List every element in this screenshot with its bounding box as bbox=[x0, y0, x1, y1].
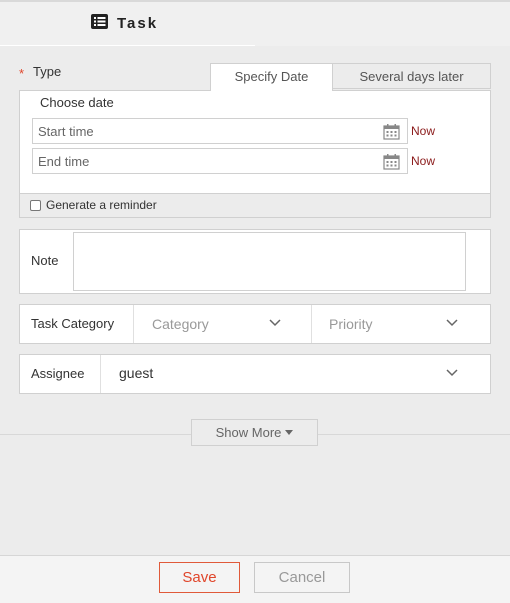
required-marker: * bbox=[19, 66, 25, 81]
calendar-icon[interactable] bbox=[383, 153, 400, 170]
start-time-placeholder: Start time bbox=[38, 124, 94, 139]
cancel-button[interactable]: Cancel bbox=[254, 562, 350, 593]
tab-several-days-later[interactable]: Several days later bbox=[332, 63, 491, 89]
list-icon bbox=[91, 14, 108, 29]
caret-down-icon bbox=[285, 430, 294, 435]
note-label: Note bbox=[31, 253, 59, 268]
show-more-label: Show More bbox=[215, 425, 282, 440]
dialog-title: Task bbox=[117, 15, 159, 32]
priority-select[interactable]: Priority bbox=[329, 316, 373, 332]
category-select[interactable]: Category bbox=[152, 316, 209, 332]
divider bbox=[311, 305, 312, 343]
end-time-placeholder: End time bbox=[38, 154, 90, 169]
tab-specify-date[interactable]: Specify Date bbox=[210, 63, 333, 91]
reminder-checkbox[interactable] bbox=[30, 200, 41, 211]
assignee-label: Assignee bbox=[31, 366, 85, 381]
dialog-header bbox=[0, 2, 510, 46]
header-divider bbox=[0, 45, 255, 46]
assignee-section bbox=[19, 354, 491, 394]
start-now-link[interactable]: Now bbox=[411, 124, 435, 138]
note-textarea[interactable] bbox=[73, 232, 466, 291]
chevron-down-icon[interactable] bbox=[269, 319, 281, 327]
choose-date-heading: Choose date bbox=[40, 95, 114, 110]
start-time-input[interactable]: Start time bbox=[32, 118, 408, 144]
divider bbox=[100, 355, 101, 393]
divider bbox=[133, 305, 134, 343]
save-button[interactable]: Save bbox=[159, 562, 240, 593]
end-now-link[interactable]: Now bbox=[411, 154, 435, 168]
task-category-label: Task Category bbox=[31, 316, 115, 331]
chevron-down-icon[interactable] bbox=[446, 319, 458, 327]
chevron-down-icon[interactable] bbox=[446, 369, 458, 377]
show-more-button[interactable]: Show More bbox=[191, 419, 318, 446]
type-label: Type bbox=[33, 64, 62, 79]
assignee-select[interactable]: guest bbox=[119, 365, 153, 381]
reminder-label[interactable]: Generate a reminder bbox=[46, 198, 157, 212]
end-time-input[interactable]: End time bbox=[32, 148, 408, 174]
calendar-icon[interactable] bbox=[383, 123, 400, 140]
